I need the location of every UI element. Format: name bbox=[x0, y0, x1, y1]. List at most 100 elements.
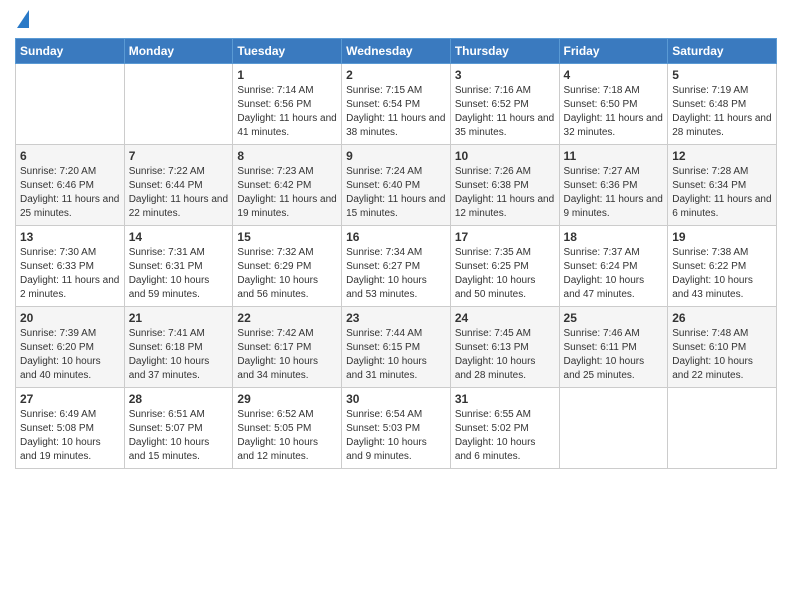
day-number: 11 bbox=[564, 149, 664, 163]
day-info: Sunrise: 6:55 AM Sunset: 5:02 PM Dayligh… bbox=[455, 408, 555, 464]
day-cell: 6 Sunrise: 7:20 AM Sunset: 6:46 PM Daylig… bbox=[16, 145, 125, 226]
day-info: Sunrise: 7:32 AM Sunset: 6:29 PM Dayligh… bbox=[237, 246, 337, 302]
day-cell bbox=[559, 388, 668, 469]
column-header-saturday: Saturday bbox=[668, 39, 777, 64]
day-number: 19 bbox=[672, 230, 772, 244]
week-row-2: 6 Sunrise: 7:20 AM Sunset: 6:46 PM Daylig… bbox=[16, 145, 777, 226]
day-number: 28 bbox=[129, 392, 229, 406]
day-info: Sunrise: 6:54 AM Sunset: 5:03 PM Dayligh… bbox=[346, 408, 446, 464]
column-header-thursday: Thursday bbox=[450, 39, 559, 64]
day-cell bbox=[124, 64, 233, 145]
day-info: Sunrise: 7:44 AM Sunset: 6:15 PM Dayligh… bbox=[346, 327, 446, 383]
day-info: Sunrise: 7:20 AM Sunset: 6:46 PM Dayligh… bbox=[20, 165, 120, 221]
day-number: 21 bbox=[129, 311, 229, 325]
week-row-3: 13 Sunrise: 7:30 AM Sunset: 6:33 PM Dayli… bbox=[16, 226, 777, 307]
day-info: Sunrise: 6:52 AM Sunset: 5:05 PM Dayligh… bbox=[237, 408, 337, 464]
calendar-table: SundayMondayTuesdayWednesdayThursdayFrid… bbox=[15, 38, 777, 469]
day-number: 22 bbox=[237, 311, 337, 325]
column-header-monday: Monday bbox=[124, 39, 233, 64]
day-cell: 2 Sunrise: 7:15 AM Sunset: 6:54 PM Daylig… bbox=[342, 64, 451, 145]
day-info: Sunrise: 7:35 AM Sunset: 6:25 PM Dayligh… bbox=[455, 246, 555, 302]
day-info: Sunrise: 7:48 AM Sunset: 6:10 PM Dayligh… bbox=[672, 327, 772, 383]
day-cell: 5 Sunrise: 7:19 AM Sunset: 6:48 PM Daylig… bbox=[668, 64, 777, 145]
day-cell bbox=[16, 64, 125, 145]
column-header-wednesday: Wednesday bbox=[342, 39, 451, 64]
day-info: Sunrise: 7:26 AM Sunset: 6:38 PM Dayligh… bbox=[455, 165, 555, 221]
day-number: 27 bbox=[20, 392, 120, 406]
day-cell: 25 Sunrise: 7:46 AM Sunset: 6:11 PM Dayli… bbox=[559, 307, 668, 388]
day-number: 4 bbox=[564, 68, 664, 82]
day-number: 5 bbox=[672, 68, 772, 82]
column-header-friday: Friday bbox=[559, 39, 668, 64]
day-cell: 23 Sunrise: 7:44 AM Sunset: 6:15 PM Dayli… bbox=[342, 307, 451, 388]
day-cell: 24Sunrise: 7:45 AM Sunset: 6:13 PM Dayli… bbox=[450, 307, 559, 388]
day-number: 25 bbox=[564, 311, 664, 325]
day-info: Sunrise: 7:27 AM Sunset: 6:36 PM Dayligh… bbox=[564, 165, 664, 221]
day-number: 1 bbox=[237, 68, 337, 82]
day-info: Sunrise: 7:39 AM Sunset: 6:20 PM Dayligh… bbox=[20, 327, 120, 383]
day-info: Sunrise: 7:15 AM Sunset: 6:54 PM Dayligh… bbox=[346, 84, 446, 140]
day-cell: 7 Sunrise: 7:22 AM Sunset: 6:44 PM Daylig… bbox=[124, 145, 233, 226]
day-cell: 9Sunrise: 7:24 AM Sunset: 6:40 PM Daylig… bbox=[342, 145, 451, 226]
day-number: 10 bbox=[455, 149, 555, 163]
day-number: 31 bbox=[455, 392, 555, 406]
day-info: Sunrise: 6:49 AM Sunset: 5:08 PM Dayligh… bbox=[20, 408, 120, 464]
day-cell: 29 Sunrise: 6:52 AM Sunset: 5:05 PM Dayli… bbox=[233, 388, 342, 469]
day-number: 15 bbox=[237, 230, 337, 244]
day-cell: 16 Sunrise: 7:34 AM Sunset: 6:27 PM Dayli… bbox=[342, 226, 451, 307]
day-cell: 3 Sunrise: 7:16 AM Sunset: 6:52 PM Daylig… bbox=[450, 64, 559, 145]
day-cell: 27 Sunrise: 6:49 AM Sunset: 5:08 PM Dayli… bbox=[16, 388, 125, 469]
day-info: Sunrise: 7:19 AM Sunset: 6:48 PM Dayligh… bbox=[672, 84, 772, 140]
day-info: Sunrise: 7:41 AM Sunset: 6:18 PM Dayligh… bbox=[129, 327, 229, 383]
column-header-sunday: Sunday bbox=[16, 39, 125, 64]
day-info: Sunrise: 7:42 AM Sunset: 6:17 PM Dayligh… bbox=[237, 327, 337, 383]
day-number: 29 bbox=[237, 392, 337, 406]
page-header bbox=[15, 10, 777, 30]
logo bbox=[15, 10, 29, 30]
day-info: Sunrise: 7:16 AM Sunset: 6:52 PM Dayligh… bbox=[455, 84, 555, 140]
day-cell: 8Sunrise: 7:23 AM Sunset: 6:42 PM Daylig… bbox=[233, 145, 342, 226]
day-number: 7 bbox=[129, 149, 229, 163]
day-cell: 19 Sunrise: 7:38 AM Sunset: 6:22 PM Dayli… bbox=[668, 226, 777, 307]
day-info: Sunrise: 7:22 AM Sunset: 6:44 PM Dayligh… bbox=[129, 165, 229, 221]
day-cell: 28 Sunrise: 6:51 AM Sunset: 5:07 PM Dayli… bbox=[124, 388, 233, 469]
day-number: 2 bbox=[346, 68, 446, 82]
day-number: 16 bbox=[346, 230, 446, 244]
day-cell bbox=[668, 388, 777, 469]
day-cell: 20 Sunrise: 7:39 AM Sunset: 6:20 PM Dayli… bbox=[16, 307, 125, 388]
day-cell: 10 Sunrise: 7:26 AM Sunset: 6:38 PM Dayli… bbox=[450, 145, 559, 226]
day-cell: 15 Sunrise: 7:32 AM Sunset: 6:29 PM Dayli… bbox=[233, 226, 342, 307]
day-cell: 30Sunrise: 6:54 AM Sunset: 5:03 PM Dayli… bbox=[342, 388, 451, 469]
week-row-4: 20 Sunrise: 7:39 AM Sunset: 6:20 PM Dayli… bbox=[16, 307, 777, 388]
day-number: 6 bbox=[20, 149, 120, 163]
day-number: 23 bbox=[346, 311, 446, 325]
week-row-5: 27 Sunrise: 6:49 AM Sunset: 5:08 PM Dayli… bbox=[16, 388, 777, 469]
column-header-tuesday: Tuesday bbox=[233, 39, 342, 64]
day-info: Sunrise: 7:34 AM Sunset: 6:27 PM Dayligh… bbox=[346, 246, 446, 302]
day-number: 3 bbox=[455, 68, 555, 82]
day-cell: 21 Sunrise: 7:41 AM Sunset: 6:18 PM Dayli… bbox=[124, 307, 233, 388]
day-cell: 18Sunrise: 7:37 AM Sunset: 6:24 PM Dayli… bbox=[559, 226, 668, 307]
day-cell: 14Sunrise: 7:31 AM Sunset: 6:31 PM Dayli… bbox=[124, 226, 233, 307]
day-cell: 22 Sunrise: 7:42 AM Sunset: 6:17 PM Dayli… bbox=[233, 307, 342, 388]
day-info: Sunrise: 7:37 AM Sunset: 6:24 PM Dayligh… bbox=[564, 246, 664, 302]
calendar-header: SundayMondayTuesdayWednesdayThursdayFrid… bbox=[16, 39, 777, 64]
day-cell: 17 Sunrise: 7:35 AM Sunset: 6:25 PM Dayli… bbox=[450, 226, 559, 307]
day-number: 24 bbox=[455, 311, 555, 325]
day-number: 17 bbox=[455, 230, 555, 244]
day-info: Sunrise: 6:51 AM Sunset: 5:07 PM Dayligh… bbox=[129, 408, 229, 464]
day-number: 13 bbox=[20, 230, 120, 244]
day-info: Sunrise: 7:28 AM Sunset: 6:34 PM Dayligh… bbox=[672, 165, 772, 221]
day-cell: 13 Sunrise: 7:30 AM Sunset: 6:33 PM Dayli… bbox=[16, 226, 125, 307]
day-cell: 26 Sunrise: 7:48 AM Sunset: 6:10 PM Dayli… bbox=[668, 307, 777, 388]
day-info: Sunrise: 7:46 AM Sunset: 6:11 PM Dayligh… bbox=[564, 327, 664, 383]
day-number: 26 bbox=[672, 311, 772, 325]
day-number: 12 bbox=[672, 149, 772, 163]
day-info: Sunrise: 7:30 AM Sunset: 6:33 PM Dayligh… bbox=[20, 246, 120, 302]
day-cell: 4Sunrise: 7:18 AM Sunset: 6:50 PM Daylig… bbox=[559, 64, 668, 145]
day-cell: 11 Sunrise: 7:27 AM Sunset: 6:36 PM Dayli… bbox=[559, 145, 668, 226]
day-info: Sunrise: 7:24 AM Sunset: 6:40 PM Dayligh… bbox=[346, 165, 446, 221]
day-number: 20 bbox=[20, 311, 120, 325]
day-info: Sunrise: 7:38 AM Sunset: 6:22 PM Dayligh… bbox=[672, 246, 772, 302]
day-info: Sunrise: 7:14 AM Sunset: 6:56 PM Dayligh… bbox=[237, 84, 337, 140]
